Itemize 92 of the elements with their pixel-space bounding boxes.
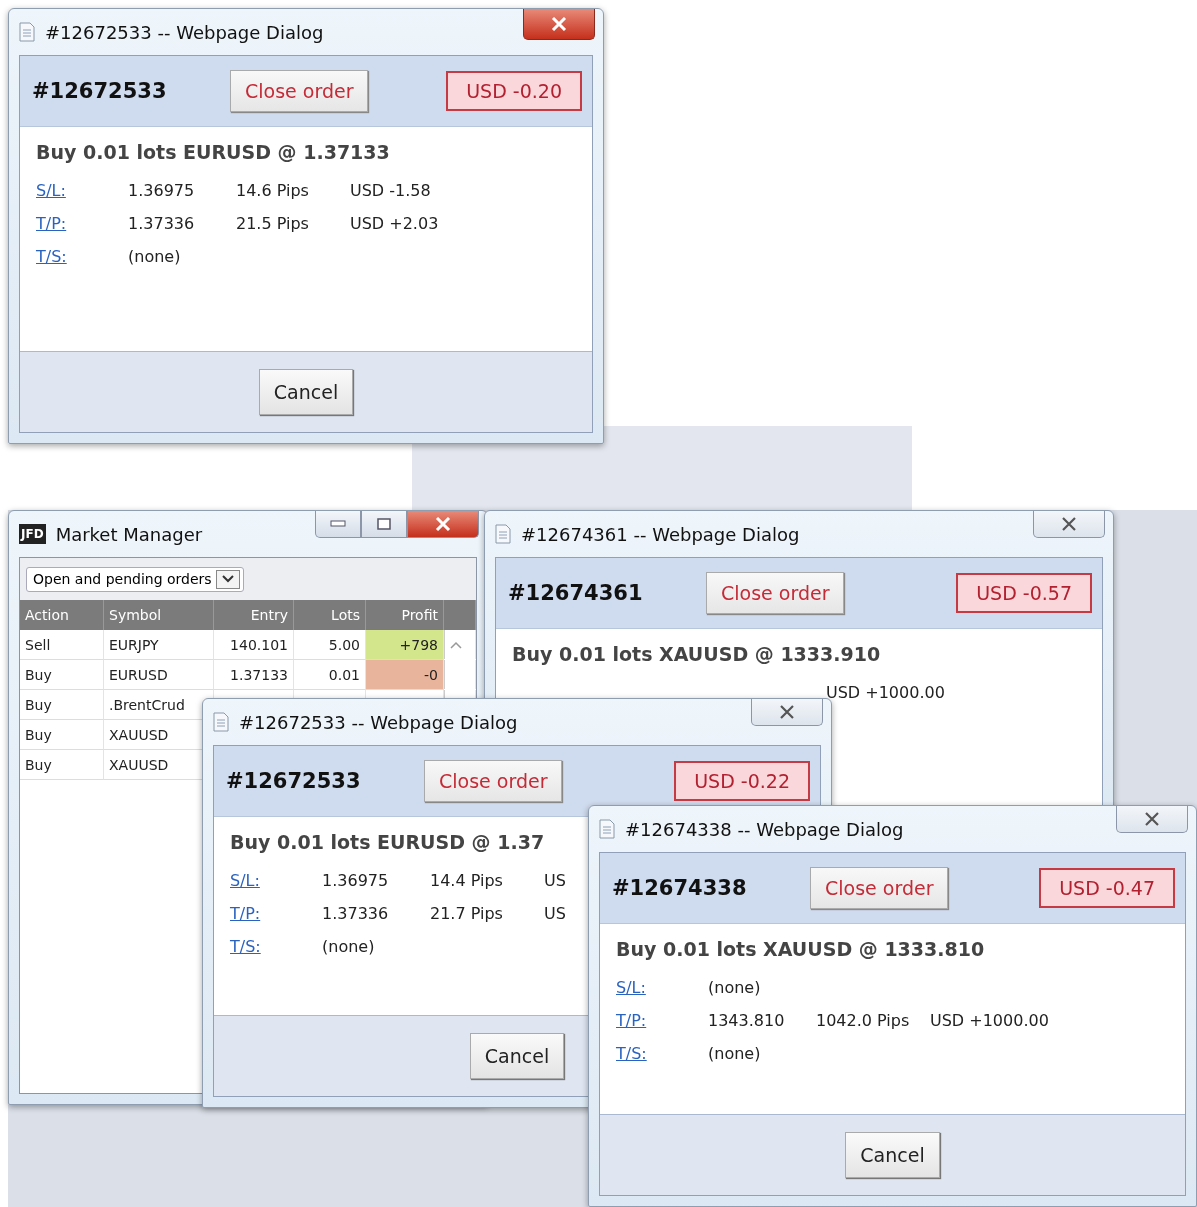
maximize-icon: [377, 518, 391, 530]
caret-icon: [221, 575, 234, 583]
profit-badge: USD -0.20: [446, 71, 582, 111]
field-link[interactable]: T/S:: [230, 937, 261, 956]
column-header[interactable]: Entry: [214, 600, 294, 630]
window-title: #12672533 -- Webpage Dialog: [45, 21, 324, 43]
window-title: #12674338 -- Webpage Dialog: [625, 818, 904, 840]
close-order-button[interactable]: Close order: [810, 867, 949, 909]
price-value: (none): [708, 1044, 761, 1063]
table-cell: Sell: [20, 630, 104, 660]
cancel-button[interactable]: Cancel: [845, 1132, 940, 1178]
price-value: (none): [322, 937, 375, 956]
close-icon: [435, 517, 451, 531]
table-cell: Buy: [20, 720, 104, 750]
field-link[interactable]: T/S:: [36, 247, 67, 266]
usd-value: USD +2.03: [350, 214, 439, 233]
pips-value: 21.5 Pips: [236, 214, 309, 233]
order-summary: Buy 0.01 lots EURUSD @ 1.37133: [36, 141, 390, 163]
close-button[interactable]: [751, 699, 823, 726]
scroll-up-icon[interactable]: [450, 640, 462, 649]
close-button[interactable]: [1033, 511, 1105, 538]
close-icon: [1143, 812, 1161, 826]
table-cell: EURJPY: [104, 630, 214, 660]
pips-value: 14.6 Pips: [236, 181, 309, 200]
close-icon: [778, 705, 796, 719]
cancel-button[interactable]: Cancel: [469, 1033, 565, 1079]
order-summary: Buy 0.01 lots XAUUSD @ 1333.910: [512, 643, 881, 665]
pips-value: 21.7 Pips: [430, 904, 503, 923]
window-title: Market Manager: [55, 523, 203, 545]
window-title: #12672533 -- Webpage Dialog: [239, 711, 518, 733]
close-order-button[interactable]: Close order: [230, 70, 369, 112]
minimize-button[interactable]: [315, 511, 361, 538]
field-link[interactable]: T/P:: [616, 1011, 647, 1030]
filter-dropdown[interactable]: Open and pending orders: [26, 566, 244, 592]
document-icon: [19, 22, 35, 42]
table-cell: 140.101: [214, 630, 294, 660]
profit-badge: USD -0.22: [674, 761, 810, 801]
order-summary: Buy 0.01 lots EURUSD @ 1.37: [230, 831, 545, 853]
close-icon: [1060, 517, 1078, 531]
usd-value: USD -1.58: [350, 181, 431, 200]
logo: JFD: [19, 524, 46, 544]
order-number: #12674361: [508, 581, 644, 605]
column-header[interactable]: Action: [20, 600, 104, 630]
table-cell: Buy: [20, 660, 104, 690]
table-cell: Buy: [20, 750, 104, 780]
usd-value: USD +1000.00: [930, 1011, 1049, 1030]
window-title: #12674361 -- Webpage Dialog: [521, 523, 800, 545]
table-cell: +798: [366, 630, 444, 660]
usd-value: USD +1000.00: [826, 683, 945, 702]
minimize-icon: [330, 520, 346, 528]
price-value: 1.37336: [322, 904, 389, 923]
column-header[interactable]: Lots: [294, 600, 366, 630]
order-number: #12672533: [32, 79, 168, 103]
field-link[interactable]: T/P:: [36, 214, 67, 233]
price-value: (none): [708, 978, 761, 997]
close-order-button[interactable]: Close order: [424, 760, 563, 802]
close-button[interactable]: [1116, 806, 1188, 833]
field-link[interactable]: T/P:: [230, 904, 261, 923]
column-header: [444, 600, 476, 630]
pips-value: 14.4 Pips: [430, 871, 503, 890]
document-icon: [213, 712, 229, 732]
price-value: 1.37336: [128, 214, 195, 233]
table-cell: Buy: [20, 690, 104, 720]
usd-value: US: [544, 904, 566, 923]
close-button[interactable]: [407, 511, 479, 538]
close-order-button[interactable]: Close order: [706, 572, 845, 614]
usd-value: US: [544, 871, 566, 890]
close-icon: [551, 17, 567, 31]
table-cell: 1.37133: [214, 660, 294, 690]
table-cell: -0: [366, 660, 444, 690]
price-value: 1343.810: [708, 1011, 785, 1030]
profit-badge: USD -0.57: [956, 573, 1092, 613]
order-number: #12672533: [226, 769, 362, 793]
price-value: 1.36975: [322, 871, 389, 890]
field-link[interactable]: S/L:: [616, 978, 646, 997]
table-cell: EURUSD: [104, 660, 214, 690]
field-link[interactable]: S/L:: [36, 181, 66, 200]
field-link[interactable]: S/L:: [230, 871, 260, 890]
cancel-button[interactable]: Cancel: [258, 369, 354, 415]
column-header[interactable]: Profit: [366, 600, 444, 630]
price-value: 1.36975: [128, 181, 195, 200]
pips-value: 1042.0 Pips: [816, 1011, 910, 1030]
order-number: #12674338: [612, 876, 748, 900]
maximize-button[interactable]: [361, 511, 407, 538]
order-summary: Buy 0.01 lots XAUUSD @ 1333.810: [616, 938, 985, 960]
field-link[interactable]: T/S:: [616, 1044, 647, 1063]
profit-badge: USD -0.47: [1039, 868, 1175, 908]
document-icon: [599, 819, 615, 839]
price-value: (none): [128, 247, 181, 266]
document-icon: [495, 524, 511, 544]
close-button[interactable]: [523, 9, 595, 40]
column-header[interactable]: Symbol: [104, 600, 214, 630]
